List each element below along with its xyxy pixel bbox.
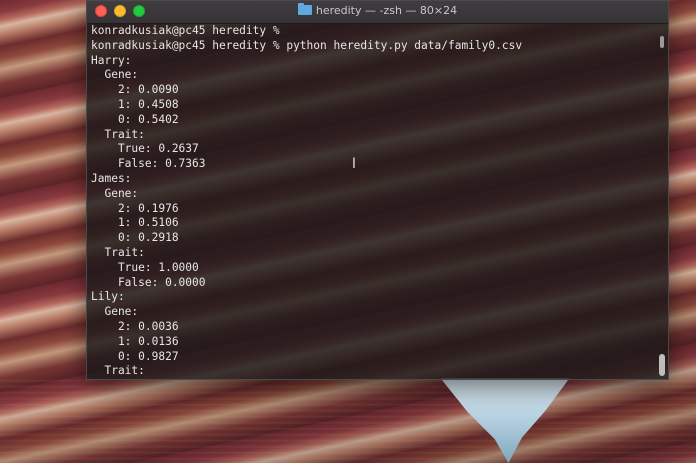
- terminal-line: Gene:: [91, 186, 139, 200]
- terminal-line: Gene:: [91, 305, 139, 319]
- terminal-line: 0: 0.5402: [91, 112, 179, 126]
- terminal-line: 0: 0.2918: [91, 231, 179, 245]
- window-title: heredity — -zsh — 80×24: [315, 4, 458, 17]
- terminal-line: 2: 0.0090: [91, 83, 179, 97]
- window-title-container: heredity — -zsh — 80×24: [87, 3, 668, 17]
- terminal-line: 1: 0.4508: [91, 97, 179, 111]
- terminal-line: James:: [91, 171, 132, 185]
- terminal-line: 2: 0.1976: [91, 201, 179, 215]
- title-bar[interactable]: heredity — -zsh — 80×24: [87, 1, 668, 24]
- terminal-line: 1: 0.5106: [91, 216, 179, 230]
- terminal-line: 2: 0.0036: [91, 319, 179, 333]
- terminal-output[interactable]: konradkusiak@pc45 heredity % konradkusiak…: [87, 24, 654, 379]
- terminal-line: False: 0.7363: [91, 157, 206, 171]
- terminal-line: Lily:: [91, 290, 125, 304]
- terminal-line: False: 0.0000: [91, 275, 206, 289]
- scroll-top-marker: [660, 36, 664, 48]
- terminal-line: 1: 0.0136: [91, 334, 179, 348]
- scrollbar-thumb[interactable]: [659, 354, 665, 376]
- terminal-line: Harry:: [91, 53, 132, 67]
- terminal-line: konradkusiak@pc45 heredity %: [91, 24, 280, 37]
- terminal-line: Trait:: [91, 364, 145, 378]
- text-cursor-icon: Ⅰ: [351, 156, 357, 172]
- terminal-line: True: 0.2637: [91, 142, 199, 156]
- terminal-window[interactable]: heredity — -zsh — 80×24 konradkusiak@pc4…: [86, 0, 669, 380]
- terminal-line: konradkusiak@pc45 heredity % python here…: [91, 38, 523, 52]
- terminal-line: 0: 0.9827: [91, 349, 179, 363]
- terminal-line: Trait:: [91, 127, 145, 141]
- terminal-line: True: 1.0000: [91, 260, 199, 274]
- terminal-line: Gene:: [91, 68, 139, 82]
- terminal-line: Trait:: [91, 245, 145, 259]
- vertical-scrollbar[interactable]: [656, 24, 666, 377]
- folder-icon: [297, 3, 312, 15]
- wallpaper-water: [0, 378, 696, 463]
